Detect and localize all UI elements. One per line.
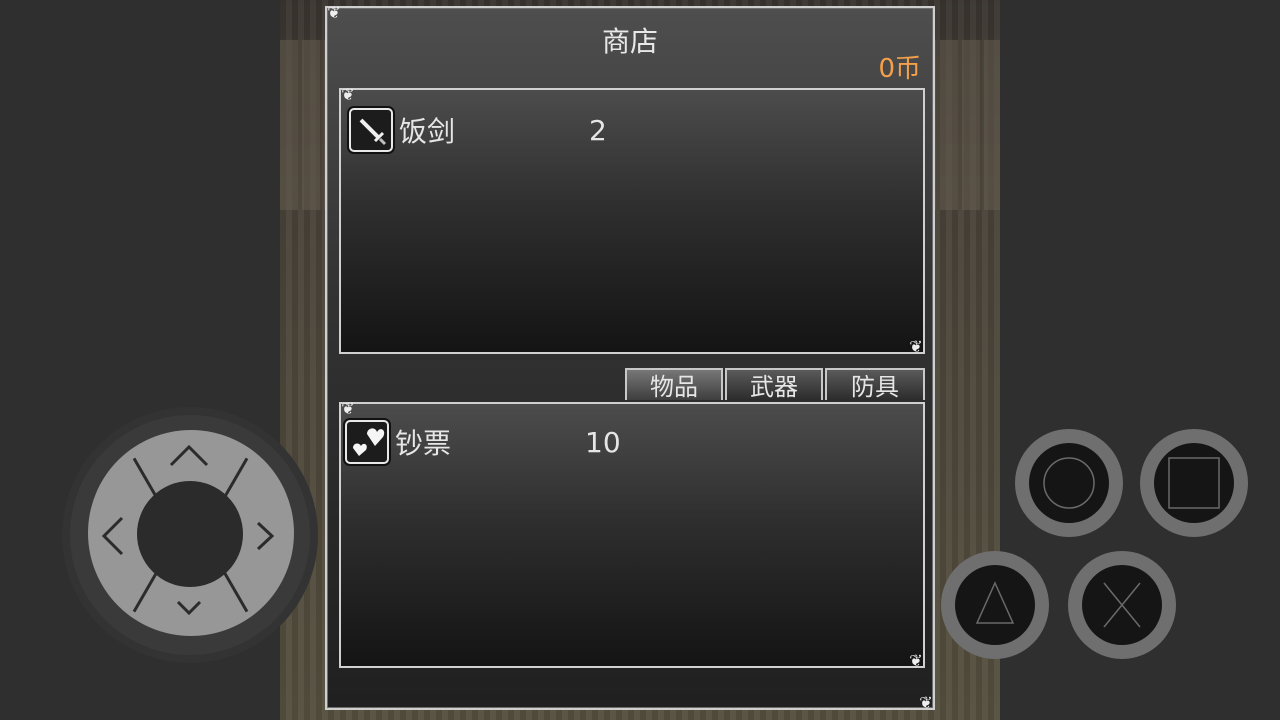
triangle-button[interactable]	[941, 551, 1049, 659]
cross-icon	[1103, 582, 1141, 628]
square-button-face	[1154, 443, 1234, 523]
coin-count: 0币	[878, 54, 921, 84]
ornament-corner-icon: ❦	[919, 693, 933, 712]
dpad-center	[137, 481, 243, 587]
square-button[interactable]	[1140, 429, 1248, 537]
cross-button[interactable]	[1068, 551, 1176, 659]
inventory-panel: ❦ ❦ 钞票 10	[339, 399, 925, 670]
circle-icon	[1043, 457, 1095, 509]
circle-button[interactable]	[1015, 429, 1123, 537]
list-item[interactable]: 饭剑 2	[349, 106, 607, 154]
ornament-corner-icon: ❦	[341, 399, 355, 418]
item-quantity: 2	[589, 113, 607, 147]
square-icon	[1168, 457, 1220, 509]
tab-label: 武器	[750, 373, 798, 401]
down-arrow-icon[interactable]	[175, 598, 203, 618]
tab-label: 防具	[851, 373, 899, 401]
tab-label: 物品	[650, 373, 698, 401]
hearts-icon	[345, 420, 389, 464]
left-arrow-icon[interactable]	[98, 515, 126, 557]
item-name: 饭剑	[399, 115, 456, 148]
item-name: 钞票	[395, 427, 452, 460]
shop-list-panel: ❦ ❦ 饭剑 2	[339, 85, 925, 356]
circle-button-face	[1029, 443, 1109, 523]
ornament-corner-icon: ❦	[909, 651, 923, 670]
up-arrow-icon[interactable]	[168, 441, 210, 469]
triangle-button-face	[955, 565, 1035, 645]
ornament-corner-icon: ❦	[341, 85, 355, 104]
tab-weapons[interactable]: 武器	[725, 368, 823, 401]
triangle-icon	[975, 581, 1015, 624]
right-arrow-icon[interactable]	[254, 520, 276, 552]
ornament-corner-icon: ❦	[909, 337, 923, 356]
cross-button-face	[1082, 565, 1162, 645]
sword-icon	[349, 108, 393, 152]
list-item[interactable]: 钞票 10	[345, 418, 621, 466]
tab-armor[interactable]: 防具	[825, 368, 925, 401]
window-title: 商店	[601, 25, 658, 58]
tab-items[interactable]: 物品	[625, 368, 723, 401]
item-quantity: 10	[585, 425, 621, 459]
shop-window: ❦ ❦ 商店 0币 ❦ ❦ 饭剑 2 ❦ ❦ 钞票 10 物品 武器 防具	[325, 4, 935, 712]
